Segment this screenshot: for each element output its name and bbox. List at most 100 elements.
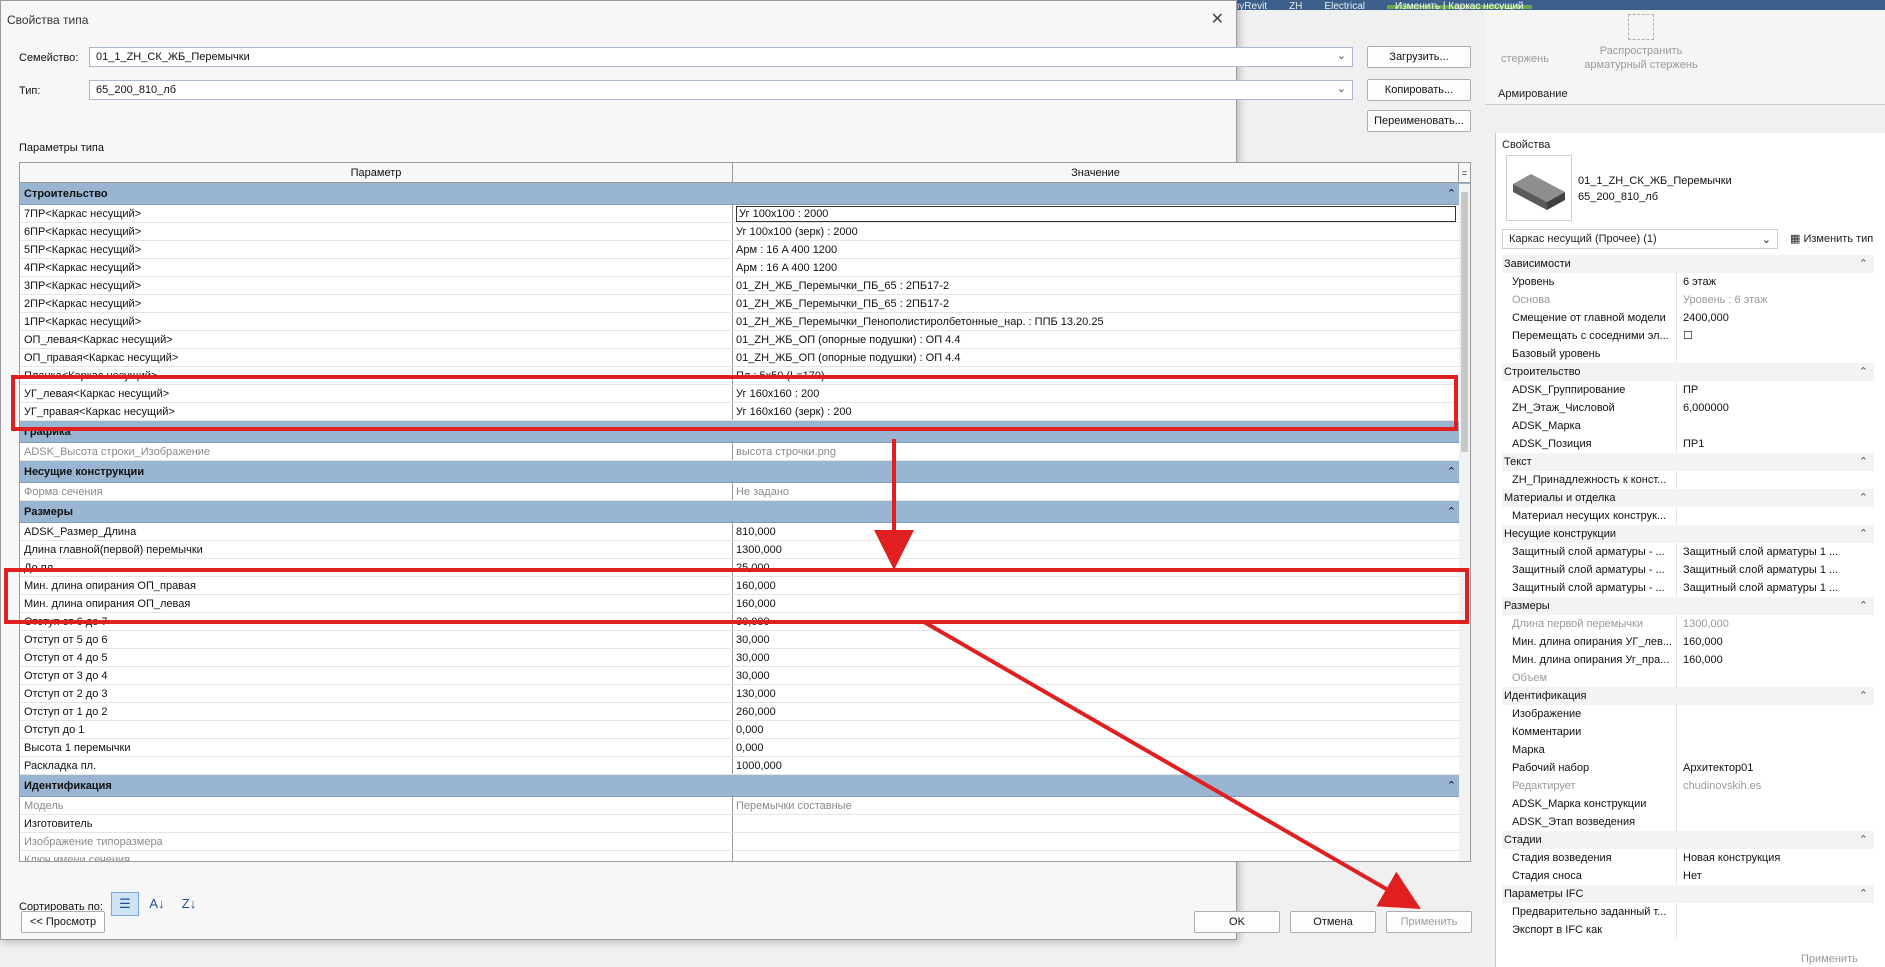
load-button[interactable]: Загрузить... bbox=[1367, 46, 1471, 68]
parameter-value-cell[interactable]: 30,000 bbox=[733, 631, 1459, 648]
table-row[interactable]: Отступ от 1 до 2 260,000 bbox=[20, 703, 1470, 721]
sort-descending-icon[interactable]: Z↓ bbox=[175, 892, 203, 916]
property-row[interactable]: Длина первой перемычки 1300,000 bbox=[1502, 615, 1874, 633]
property-value[interactable]: 1300,000 bbox=[1676, 615, 1854, 633]
table-row[interactable]: Изображение типоразмера bbox=[20, 833, 1470, 851]
property-row[interactable]: ADSK_Этап возведения bbox=[1502, 813, 1874, 831]
property-value[interactable]: Защитный слой арматуры 1 ... bbox=[1676, 543, 1854, 561]
parameter-value-cell[interactable]: 0,000 bbox=[733, 721, 1459, 738]
table-row[interactable]: Мин. длина опирания ОП_правая 160,000 bbox=[20, 577, 1470, 595]
parameter-value-cell[interactable]: 01_ZH_ЖБ_Перемычки_ПБ_65 : 2ПБ17-2 bbox=[733, 277, 1459, 294]
close-icon[interactable]: ✕ bbox=[1211, 9, 1224, 29]
parameter-value-cell[interactable]: 130,000 bbox=[733, 685, 1459, 702]
table-row[interactable]: Отступ от 2 до 3 130,000 bbox=[20, 685, 1470, 703]
parameter-value-cell[interactable]: 1300,000 bbox=[733, 541, 1459, 558]
parameter-value-cell[interactable] bbox=[733, 815, 1459, 832]
table-row[interactable]: Отступ от 6 до 7 30,000 bbox=[20, 613, 1470, 631]
ribbon-tab[interactable]: Electrical bbox=[1324, 2, 1365, 11]
table-row[interactable]: Мин. длина опирания ОП_левая 160,000 bbox=[20, 595, 1470, 613]
edit-type-button[interactable]: ▦ Изменить тип bbox=[1786, 229, 1877, 249]
property-group-header[interactable]: Параметры IFC bbox=[1502, 885, 1874, 903]
property-value[interactable] bbox=[1676, 417, 1854, 435]
parameter-value-cell[interactable]: 0,000 bbox=[733, 739, 1459, 756]
ribbon-tab-active[interactable]: Изменить | Каркас несущий bbox=[1387, 2, 1532, 10]
property-value[interactable]: Уровень : 6 этаж bbox=[1676, 291, 1854, 309]
table-row[interactable]: Модель Перемычки составные bbox=[20, 797, 1470, 815]
property-row[interactable]: ADSK_Марка конструкции bbox=[1502, 795, 1874, 813]
property-row[interactable]: Рабочий набор Архитектор01 bbox=[1502, 759, 1874, 777]
table-row[interactable]: Длина главной(первой) перемычки 1300,000 bbox=[20, 541, 1470, 559]
parameter-value-cell[interactable]: Арм : 16 A 400 1200 bbox=[733, 259, 1459, 276]
table-row[interactable]: Ключ имени сечения bbox=[20, 851, 1470, 861]
column-header-parameter[interactable]: Параметр bbox=[20, 163, 734, 182]
property-row[interactable]: Перемещать с соседними эл... ☐ bbox=[1502, 327, 1874, 345]
parameter-value-cell[interactable]: 160,000 bbox=[733, 595, 1459, 612]
parameter-value-cell[interactable]: 01_ZH_ЖБ_ОП (опорные подушки) : ОП 4.4 bbox=[733, 349, 1459, 366]
property-row[interactable]: Стадия сноса Нет bbox=[1502, 867, 1874, 885]
table-row[interactable]: 7ПР<Каркас несущий> Уг 100х100 : 2000 bbox=[20, 205, 1470, 223]
copy-button[interactable]: Копировать... bbox=[1367, 79, 1471, 101]
table-group-header[interactable]: Идентификация bbox=[20, 775, 1470, 797]
table-row[interactable]: Отступ от 5 до 6 30,000 bbox=[20, 631, 1470, 649]
property-row[interactable]: Смещение от главной модели 2400,000 bbox=[1502, 309, 1874, 327]
ribbon-tab[interactable]: pyRevit bbox=[1234, 2, 1267, 11]
parameter-value-cell[interactable] bbox=[733, 851, 1459, 861]
parameter-value-cell[interactable]: 810,000 bbox=[733, 523, 1459, 540]
property-row[interactable]: Защитный слой арматуры - ... Защитный сло… bbox=[1502, 561, 1874, 579]
distribute-rebar-button[interactable]: Распространить арматурный стержень bbox=[1581, 14, 1701, 72]
scrollbar-thumb[interactable] bbox=[1461, 192, 1468, 452]
property-value[interactable]: Новая конструкция bbox=[1676, 849, 1854, 867]
property-group-header[interactable]: Зависимости bbox=[1502, 255, 1874, 273]
property-group-header[interactable]: Материалы и отделка bbox=[1502, 489, 1874, 507]
property-value[interactable]: ПР1 bbox=[1676, 435, 1854, 453]
table-row[interactable]: Отступ до 1 0,000 bbox=[20, 721, 1470, 739]
property-row[interactable]: Предварительно заданный т... bbox=[1502, 903, 1874, 921]
cancel-button[interactable]: Отмена bbox=[1290, 911, 1376, 933]
table-group-header[interactable]: Графика bbox=[20, 421, 1470, 443]
parameter-value-cell[interactable]: 30,000 bbox=[733, 613, 1459, 630]
property-row[interactable]: Марка bbox=[1502, 741, 1874, 759]
parameter-value-cell[interactable]: 01_ZH_ЖБ_Перемычки_Пенополистиролбетонны… bbox=[733, 313, 1459, 330]
column-header-value[interactable]: Значение bbox=[733, 163, 1460, 182]
property-group-header[interactable]: Строительство bbox=[1502, 363, 1874, 381]
table-row[interactable]: Отступ от 3 до 4 30,000 bbox=[20, 667, 1470, 685]
property-value[interactable] bbox=[1676, 741, 1854, 759]
property-value[interactable]: Защитный слой арматуры 1 ... bbox=[1676, 561, 1854, 579]
property-group-header[interactable]: Стадии bbox=[1502, 831, 1874, 849]
table-row[interactable]: ADSK_Высота строки_Изображение высота стр… bbox=[20, 443, 1470, 461]
property-row[interactable]: Редактирует chudinovskih.es bbox=[1502, 777, 1874, 795]
ok-button[interactable]: OK bbox=[1194, 911, 1280, 933]
property-value[interactable] bbox=[1676, 705, 1854, 723]
property-value[interactable] bbox=[1676, 795, 1854, 813]
parameter-value-cell[interactable]: 30,000 bbox=[733, 667, 1459, 684]
table-row[interactable]: ADSK_Размер_Длина 810,000 bbox=[20, 523, 1470, 541]
table-row[interactable]: Планка<Каркас несущий> Пл : 5х50 (L=170) bbox=[20, 367, 1470, 385]
parameter-value-cell[interactable]: 1000,000 bbox=[733, 757, 1459, 774]
property-row[interactable]: Мин. длина опирания Уг_пра... 160,000 bbox=[1502, 651, 1874, 669]
table-row[interactable]: 3ПР<Каркас несущий> 01_ZH_ЖБ_Перемычки_ПБ… bbox=[20, 277, 1470, 295]
property-value[interactable]: 6,000000 bbox=[1676, 399, 1854, 417]
property-row[interactable]: Комментарии bbox=[1502, 723, 1874, 741]
property-value[interactable] bbox=[1676, 903, 1854, 921]
table-row[interactable]: ОП_левая<Каркас несущий> 01_ZH_ЖБ_ОП (опо… bbox=[20, 331, 1470, 349]
property-row[interactable]: Экспорт в IFC как bbox=[1502, 921, 1874, 939]
parameter-value-cell[interactable]: 01_ZH_ЖБ_ОП (опорные подушки) : ОП 4.4 bbox=[733, 331, 1459, 348]
type-selector[interactable]: 01_1_ZH_СК_ЖБ_Перемычки 65_200_810_лб bbox=[1578, 173, 1732, 205]
parameter-value-cell[interactable]: 25,000 bbox=[733, 559, 1459, 576]
property-row[interactable]: Базовый уровень bbox=[1502, 345, 1874, 363]
table-row[interactable]: Высота 1 перемычки 0,000 bbox=[20, 739, 1470, 757]
instance-filter-dropdown[interactable]: Каркас несущий (Прочее) (1) ⌄ bbox=[1502, 229, 1778, 249]
table-row[interactable]: Форма сечения Не задано bbox=[20, 483, 1470, 501]
property-value[interactable]: 160,000 bbox=[1676, 633, 1854, 651]
table-row[interactable]: 6ПР<Каркас несущий> Уг 100х100 (зерк) : 2… bbox=[20, 223, 1470, 241]
table-row[interactable]: 1ПР<Каркас несущий> 01_ZH_ЖБ_Перемычки_Пе… bbox=[20, 313, 1470, 331]
parameter-value-cell[interactable]: Арм : 16 A 400 1200 bbox=[733, 241, 1459, 258]
property-group-header[interactable]: Идентификация bbox=[1502, 687, 1874, 705]
property-value[interactable]: ☐ bbox=[1676, 327, 1854, 345]
table-group-header[interactable]: Размеры bbox=[20, 501, 1470, 523]
parameter-value-cell[interactable]: 30,000 bbox=[733, 649, 1459, 666]
parameter-value-cell[interactable]: Перемычки составные bbox=[733, 797, 1459, 814]
table-row[interactable]: УГ_правая<Каркас несущий> Уг 160х160 (зер… bbox=[20, 403, 1470, 421]
preview-button[interactable]: << Просмотр bbox=[21, 911, 105, 933]
properties-apply-button[interactable]: Применить bbox=[1801, 953, 1858, 965]
